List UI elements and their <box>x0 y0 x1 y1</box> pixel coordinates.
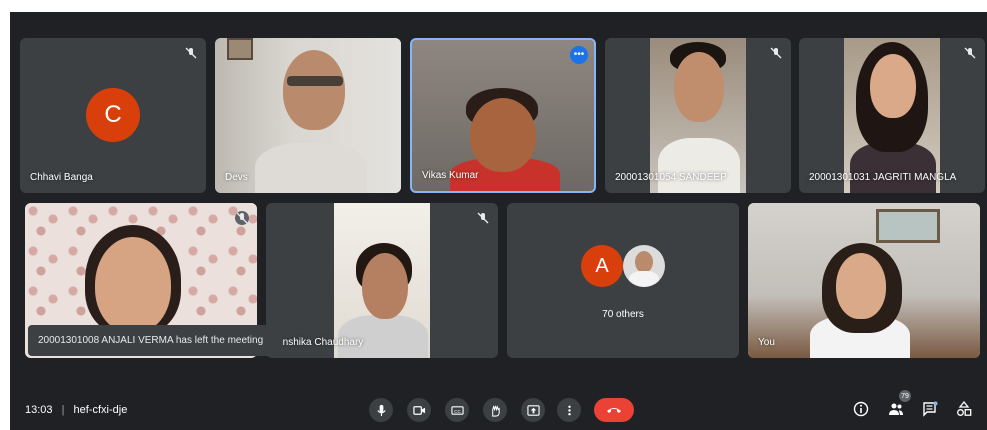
leave-notification: 20001301008 ANJALI VERMA has left the me… <box>28 325 283 356</box>
meeting-time: 13:03 <box>25 404 53 416</box>
meeting-info: 13:03 | hef-cfxi-dje <box>25 404 127 416</box>
separator: | <box>61 404 65 416</box>
mic-off-icon <box>185 47 197 59</box>
mic-off-icon <box>235 211 249 225</box>
mic-button[interactable] <box>369 398 393 422</box>
captions-button[interactable]: CC <box>445 398 469 422</box>
participant-name: Chhavi Banga <box>30 172 93 183</box>
participant-count-badge: 79 <box>899 390 911 402</box>
tile-vikas-kumar[interactable]: ••• Vikas Kumar <box>410 38 596 193</box>
avatar-photo <box>623 245 665 287</box>
video-feed <box>334 203 430 358</box>
end-call-icon <box>607 408 621 413</box>
video-feed <box>844 38 940 193</box>
present-button[interactable] <box>521 398 545 422</box>
video-feed <box>748 203 980 358</box>
people-icon[interactable] <box>888 401 904 417</box>
participant-name: You <box>758 337 775 348</box>
bottom-bar: 13:03 | hef-cfxi-dje CC 79 <box>10 390 987 430</box>
raise-hand-icon <box>491 404 500 417</box>
mic-icon <box>376 404 386 416</box>
participant-name: Vikas Kumar <box>422 170 479 181</box>
video-feed <box>650 38 746 193</box>
tile-jagriti-mangla[interactable]: 20001301031 JAGRITI MANGLA <box>799 38 985 193</box>
more-options-icon[interactable]: ••• <box>570 46 588 64</box>
screenshot: C Chhavi Banga Devs ••• Vikas Kumar 2000… <box>0 0 987 430</box>
present-icon <box>526 404 540 416</box>
others-count: 70 others <box>602 309 644 320</box>
mic-off-icon <box>477 212 489 224</box>
participant-name: Devs <box>225 172 248 183</box>
participant-name: Anshika Chaudhary <box>276 337 364 348</box>
meeting-code: hef-cfxi-dje <box>73 404 128 416</box>
video-feed <box>412 40 594 191</box>
participant-name: 20001301031 JAGRITI MANGLA <box>809 172 957 183</box>
captions-icon: CC <box>450 405 464 415</box>
activities-icon[interactable] <box>956 401 972 417</box>
more-options-icon <box>567 405 571 415</box>
video-feed <box>215 38 401 193</box>
tile-anshika-chaudhary[interactable]: Anshika Chaudhary <box>266 203 498 358</box>
chat-icon[interactable] <box>922 401 938 417</box>
tile-others[interactable]: A 70 others <box>507 203 739 358</box>
end-call-button[interactable] <box>594 398 634 422</box>
tile-chhavi-banga[interactable]: C Chhavi Banga <box>20 38 206 193</box>
meet-window: C Chhavi Banga Devs ••• Vikas Kumar 2000… <box>10 12 987 430</box>
camera-icon <box>412 405 425 415</box>
tile-devs[interactable]: Devs <box>215 38 401 193</box>
mic-off-icon <box>770 47 782 59</box>
info-icon[interactable] <box>853 401 869 417</box>
participant-name: 20001301054 SANDEEP <box>615 172 727 183</box>
avatar-a: A <box>581 245 623 287</box>
tile-sandeep[interactable]: 20001301054 SANDEEP <box>605 38 791 193</box>
avatar-c: C <box>86 88 140 142</box>
tile-you[interactable]: You <box>748 203 980 358</box>
mic-off-icon <box>964 47 976 59</box>
notification-text: 20001301008 ANJALI VERMA has left the me… <box>38 335 264 346</box>
raise-hand-button[interactable] <box>483 398 507 422</box>
svg-text:CC: CC <box>454 408 461 413</box>
more-options-button[interactable] <box>557 398 581 422</box>
camera-button[interactable] <box>407 398 431 422</box>
